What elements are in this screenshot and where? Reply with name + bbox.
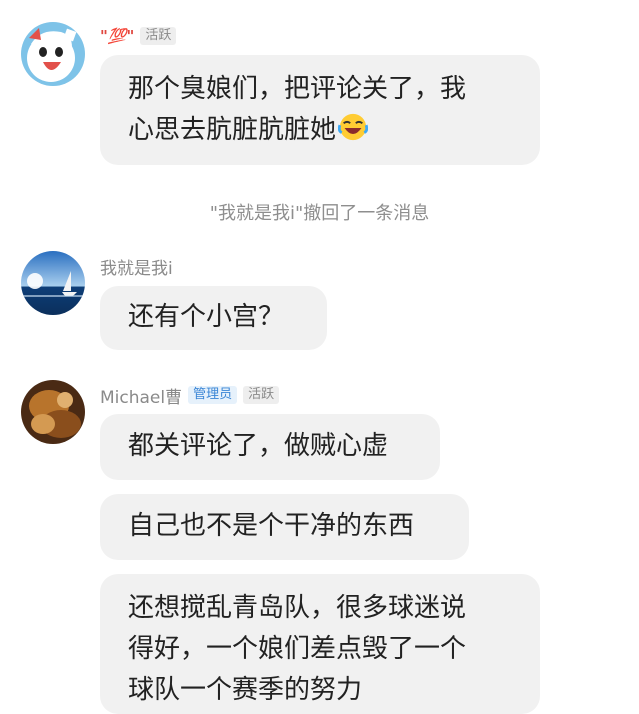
photo-avatar-icon bbox=[21, 380, 85, 444]
message-bubble[interactable]: 自己也不是个干净的东西 bbox=[100, 494, 469, 560]
message-line: 那个臭娘们，把评论关了，我 bbox=[128, 74, 467, 104]
message-line: 得好，一个娘们差点毁了一个 bbox=[128, 634, 467, 664]
message-text: 心思去肮脏肮脏她 bbox=[128, 115, 337, 145]
message-line: 还有个小宫？ bbox=[128, 302, 285, 332]
avatar-cartoon[interactable] bbox=[21, 22, 85, 86]
message-bubble[interactable]: 还有个小宫？ bbox=[100, 286, 327, 350]
sender-name[interactable]: "💯" bbox=[100, 27, 134, 45]
cartoon-avatar-icon bbox=[21, 22, 85, 86]
sender-row: Michael曹 管理员 活跃 bbox=[100, 383, 280, 408]
message-bubble[interactable]: 都关评论了，做贼心虚 bbox=[100, 414, 440, 480]
admin-badge: 管理员 bbox=[188, 386, 238, 404]
sender-name[interactable]: 我就是我i bbox=[100, 254, 173, 279]
sender-row: 我就是我i bbox=[100, 254, 173, 279]
message-line: 球队一个赛季的努力 bbox=[128, 675, 363, 705]
sailboat-avatar-icon bbox=[21, 251, 85, 315]
message-line: 还想搅乱青岛队，很多球迷说 bbox=[128, 593, 467, 623]
laughing-crying-emoji-icon bbox=[338, 113, 369, 141]
active-badge: 活跃 bbox=[243, 386, 280, 404]
avatar-photo[interactable] bbox=[21, 380, 85, 444]
message-line: 都关评论了，做贼心虚 bbox=[128, 431, 389, 461]
message-line: 自己也不是个干净的东西 bbox=[128, 511, 415, 541]
sender-row: "💯" 活跃 bbox=[100, 25, 177, 47]
avatar-sailboat[interactable] bbox=[21, 251, 85, 315]
sender-name[interactable]: Michael曹 bbox=[100, 383, 182, 408]
recall-notice: "我就是我i"撤回了一条消息 bbox=[209, 203, 430, 224]
message-line-with-emoji: 心思去肮脏肮脏她 bbox=[128, 110, 512, 151]
active-badge: 活跃 bbox=[140, 27, 177, 45]
message-bubble[interactable]: 那个臭娘们，把评论关了，我 心思去肮脏肮脏她 bbox=[100, 55, 540, 165]
message-bubble[interactable]: 还想搅乱青岛队，很多球迷说 得好，一个娘们差点毁了一个 球队一个赛季的努力 bbox=[100, 574, 540, 714]
